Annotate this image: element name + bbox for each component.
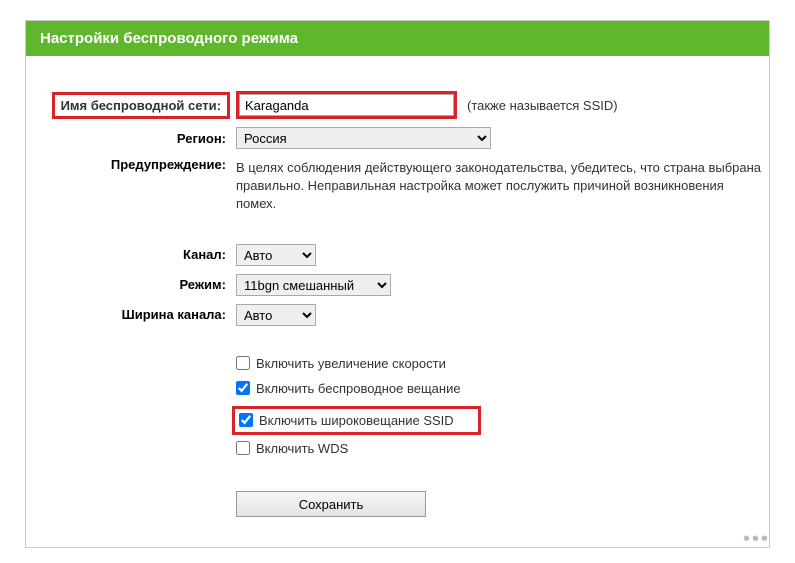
checkbox-wds-label: Включить WDS xyxy=(256,441,348,456)
settings-panel: Настройки беспроводного режима Имя беспр… xyxy=(25,20,770,548)
button-row: Сохранить xyxy=(31,491,764,517)
ssid-input[interactable] xyxy=(239,94,454,116)
row-mode: Режим: 11bgn смешанный xyxy=(31,274,764,296)
warning-label: Предупреждение: xyxy=(31,157,236,172)
panel-header: Настройки беспроводного режима xyxy=(26,21,769,56)
checkbox-row-ssid-broadcast: Включить широковещание SSID xyxy=(232,406,481,435)
ssid-hint: (также называется SSID) xyxy=(467,98,618,113)
checkbox-block: Включить увеличение скорости Включить бе… xyxy=(31,356,764,466)
checkbox-wireless-label: Включить беспроводное вещание xyxy=(256,381,461,396)
save-button[interactable]: Сохранить xyxy=(236,491,426,517)
checkbox-wireless-broadcast[interactable] xyxy=(236,381,250,395)
checkbox-wds[interactable] xyxy=(236,441,250,455)
checkbox-row-wireless: Включить беспроводное вещание xyxy=(236,381,764,396)
warning-text: В целях соблюдения действующего законода… xyxy=(236,157,764,214)
region-label: Регион: xyxy=(31,131,236,146)
row-channel: Канал: Авто xyxy=(31,244,764,266)
resize-handle-icon: ••• xyxy=(743,528,770,551)
checkbox-ssid-broadcast[interactable] xyxy=(239,413,253,427)
checkbox-row-wds: Включить WDS xyxy=(236,441,764,456)
channel-select[interactable]: Авто xyxy=(236,244,316,266)
region-select[interactable]: Россия xyxy=(236,127,491,149)
row-region: Регион: Россия xyxy=(31,127,764,149)
mode-label: Режим: xyxy=(31,277,236,292)
channel-label: Канал: xyxy=(31,247,236,262)
mode-select[interactable]: 11bgn смешанный xyxy=(236,274,391,296)
channel-width-select[interactable]: Авто xyxy=(236,304,316,326)
checkbox-speed-boost[interactable] xyxy=(236,356,250,370)
checkbox-row-speed: Включить увеличение скорости xyxy=(236,356,764,371)
row-channel-width: Ширина канала: Авто xyxy=(31,304,764,326)
checkbox-ssid-label: Включить широковещание SSID xyxy=(259,413,454,428)
row-ssid: Имя беспроводной сети: (также называется… xyxy=(31,91,764,119)
checkbox-speed-label: Включить увеличение скорости xyxy=(256,356,446,371)
ssid-input-highlight xyxy=(236,91,457,119)
channel-width-label: Ширина канала: xyxy=(31,307,236,322)
panel-title: Настройки беспроводного режима xyxy=(40,30,298,47)
row-warning: Предупреждение: В целях соблюдения дейст… xyxy=(31,157,764,214)
ssid-label: Имя беспроводной сети: xyxy=(52,92,230,119)
form-area: Имя беспроводной сети: (также называется… xyxy=(26,56,769,547)
